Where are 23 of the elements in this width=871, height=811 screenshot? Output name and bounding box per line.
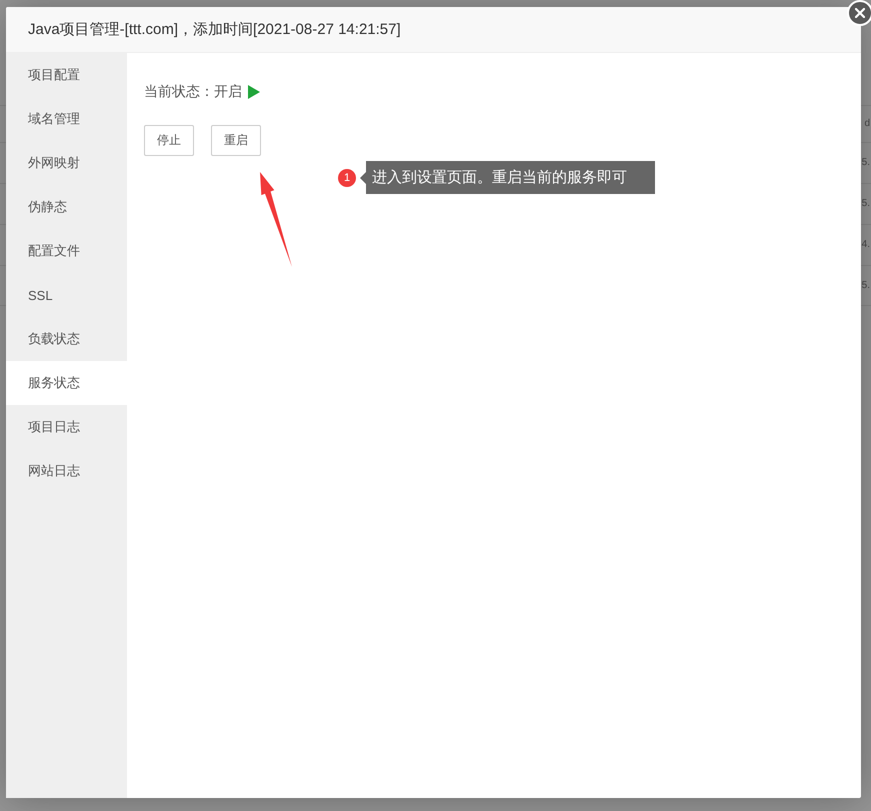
sidebar-item[interactable]: SSL <box>6 273 127 317</box>
tooltip: 进入到设置页面。重启当前的服务即可 <box>360 161 655 194</box>
background-table-cell: 5. <box>862 198 871 210</box>
sidebar-item[interactable]: 服务状态 <box>6 361 127 405</box>
sidebar-item[interactable]: 外网映射 <box>6 141 127 185</box>
close-icon <box>855 8 865 18</box>
sidebar-item[interactable]: 伪静态 <box>6 185 127 229</box>
status-label: 当前状态： <box>144 83 214 101</box>
sidebar-item[interactable]: 配置文件 <box>6 229 127 273</box>
background-table-header: d <box>864 118 871 130</box>
sidebar-item[interactable]: 域名管理 <box>6 97 127 141</box>
action-button[interactable]: 停止 <box>144 125 194 156</box>
dialog-title: Java项目管理-[ttt.com]，添加时间[2021-08-27 14:21:57] <box>28 20 401 39</box>
close-button[interactable] <box>847 0 871 26</box>
background-table-cell: 5. <box>862 157 871 169</box>
background-table-cell: 4. <box>862 239 871 251</box>
sidebar-item[interactable]: 负载状态 <box>6 317 127 361</box>
background-table-cell: 5. <box>862 280 871 292</box>
action-button[interactable]: 重启 <box>211 125 261 156</box>
sidebar-item[interactable]: 网站日志 <box>6 449 127 493</box>
sidebar-item[interactable]: 项目配置 <box>6 53 127 97</box>
status-value: 开启 <box>214 83 242 101</box>
sidebar-item[interactable]: 项目日志 <box>6 405 127 449</box>
